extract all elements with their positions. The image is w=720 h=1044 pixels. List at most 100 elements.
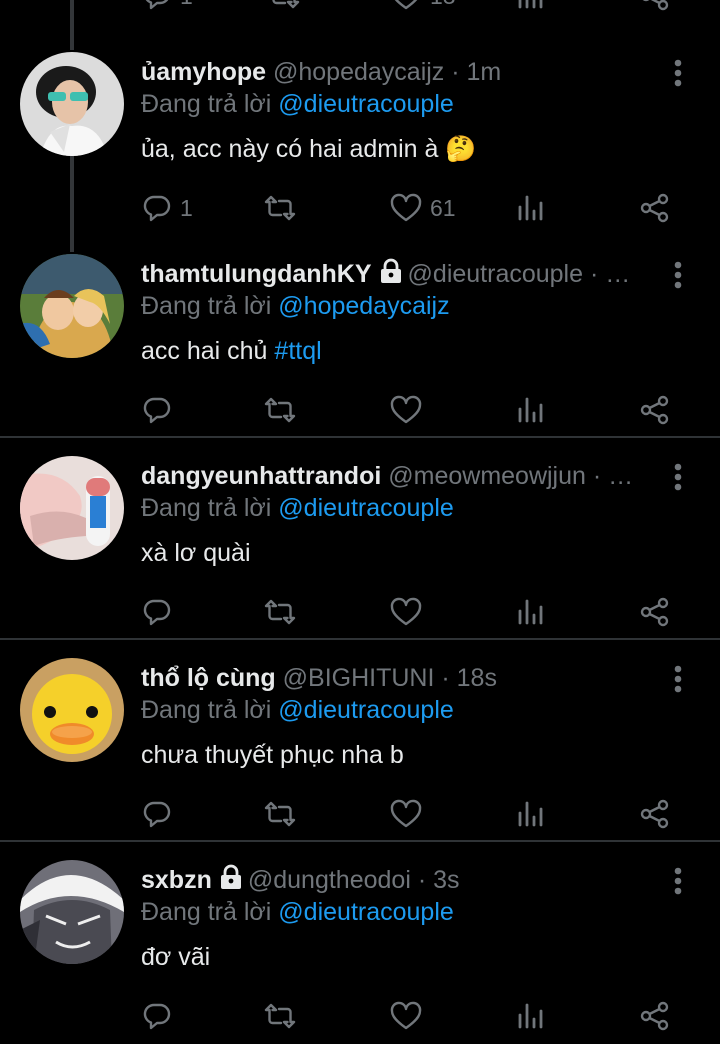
tweet-text-content: chưa thuyết phục nha b [141, 741, 404, 769]
like-button[interactable] [390, 592, 422, 632]
more-options-button[interactable] [668, 462, 688, 492]
reply-count: 1 [180, 0, 193, 10]
retweet-button[interactable] [264, 592, 296, 632]
handle[interactable]: @dieutracouple [408, 260, 584, 288]
retweet-button[interactable] [264, 996, 296, 1036]
tweet-header: thamtulungdanhKY @dieutracouple · … [141, 258, 653, 292]
replying-mention[interactable]: @dieutracouple [278, 898, 454, 926]
replying-label: Đang trả lời [141, 292, 272, 320]
more-options-button[interactable] [668, 260, 688, 290]
avatar[interactable] [20, 456, 124, 560]
replying-mention[interactable]: @hopedaycaijz [278, 292, 449, 320]
reply-icon [143, 1003, 171, 1030]
replying-to: Đang trả lời @dieutracouple [141, 492, 454, 524]
display-name[interactable]: thamtulungdanhKY [141, 260, 372, 288]
share-button[interactable] [639, 0, 671, 16]
retweet-button[interactable] [264, 794, 296, 834]
display-name[interactable]: thổ lộ cùng [141, 664, 276, 692]
share-button[interactable] [639, 996, 671, 1036]
like-icon [390, 1001, 422, 1030]
separator-dot: · [583, 260, 606, 288]
timestamp[interactable]: 1m [467, 58, 502, 86]
tweet-actions [0, 592, 720, 632]
tweet-3[interactable]: dangyeunhattrandoi @meowmeowjjun · … Đan… [0, 456, 720, 636]
avatar[interactable] [20, 52, 124, 156]
analytics-button[interactable] [517, 794, 545, 834]
reply-button[interactable]: 1 [142, 188, 193, 228]
hashtag-link[interactable]: #ttql [274, 337, 321, 365]
analytics-icon [518, 1003, 543, 1029]
replying-mention[interactable]: @dieutracouple [278, 90, 454, 118]
share-icon [640, 1001, 669, 1031]
avatar[interactable] [20, 254, 124, 358]
tweet-text-content: ủa, acc này có hai admin à [141, 135, 439, 163]
avatar-image [20, 52, 124, 156]
tweet-header: thổ lộ cùng @BIGHITUNI · 18s [141, 662, 653, 694]
retweet-button[interactable] [264, 188, 296, 228]
avatar[interactable] [20, 658, 124, 762]
timestamp[interactable]: … [608, 462, 633, 490]
retweet-button[interactable] [264, 390, 296, 430]
retweet-button[interactable] [268, 0, 300, 16]
analytics-icon [518, 397, 543, 423]
analytics-button[interactable] [517, 0, 545, 16]
handle[interactable]: @BIGHITUNI [283, 664, 435, 692]
share-icon [640, 395, 669, 425]
tweet-1[interactable]: ủamyhope @hopedaycaijz · 1m Đang trả lời… [0, 52, 720, 232]
tweet-5[interactable]: sxbzn @dungtheodoi · 3s Đang trả lời @die… [0, 860, 720, 1040]
timestamp[interactable]: 18s [457, 664, 497, 692]
analytics-button[interactable] [517, 188, 545, 228]
analytics-icon [518, 801, 543, 827]
display-name[interactable]: dangyeunhattrandoi [141, 462, 381, 490]
more-icon [674, 261, 682, 289]
separator-dot: · [585, 462, 609, 490]
partial-tweet-actions: 1 13 [0, 0, 720, 16]
divider [0, 638, 720, 640]
replying-mention[interactable]: @dieutracouple [278, 494, 454, 522]
share-icon [640, 597, 669, 627]
share-button[interactable] [639, 390, 671, 430]
retweet-icon [264, 801, 296, 827]
tweet-text: đơ vãi [141, 940, 210, 974]
like-button[interactable] [390, 996, 422, 1036]
reply-button[interactable] [142, 592, 172, 632]
handle[interactable]: @dungtheodoi [248, 866, 411, 894]
retweet-icon [264, 1003, 296, 1029]
more-options-button[interactable] [668, 866, 688, 896]
replying-mention[interactable]: @dieutracouple [278, 696, 454, 724]
more-options-button[interactable] [668, 58, 688, 88]
display-name[interactable]: sxbzn [141, 866, 212, 894]
timestamp[interactable]: … [605, 260, 630, 288]
analytics-button[interactable] [517, 996, 545, 1036]
like-button[interactable] [390, 390, 422, 430]
like-icon [390, 799, 422, 828]
reply-button[interactable] [142, 996, 172, 1036]
like-button[interactable]: 13 [390, 0, 456, 16]
reply-button[interactable] [142, 390, 172, 430]
tweet-4[interactable]: thổ lộ cùng @BIGHITUNI · 18s Đang trả lờ… [0, 658, 720, 838]
reply-button[interactable]: 1 [142, 0, 193, 16]
handle[interactable]: @hopedaycaijz [273, 58, 444, 86]
share-button[interactable] [639, 794, 671, 834]
replying-to: Đang trả lời @dieutracouple [141, 694, 454, 726]
reply-icon [143, 195, 171, 222]
analytics-button[interactable] [517, 390, 545, 430]
replying-label: Đang trả lời [141, 90, 272, 118]
more-icon [674, 463, 682, 491]
like-button[interactable] [390, 794, 422, 834]
tweet-2[interactable]: thamtulungdanhKY @dieutracouple · … Đang … [0, 254, 720, 434]
share-button[interactable] [639, 592, 671, 632]
more-options-button[interactable] [668, 664, 688, 694]
divider [0, 840, 720, 842]
display-name[interactable]: ủamyhope [141, 58, 266, 86]
analytics-button[interactable] [517, 592, 545, 632]
handle[interactable]: @meowmeowjjun [388, 462, 586, 490]
reply-button[interactable] [142, 794, 172, 834]
share-button[interactable] [639, 188, 671, 228]
reply-icon [143, 801, 171, 828]
like-button[interactable]: 61 [390, 188, 456, 228]
avatar[interactable] [20, 860, 124, 964]
analytics-icon [518, 599, 543, 625]
timestamp[interactable]: 3s [433, 866, 459, 894]
tweet-text: ủa, acc này có hai admin à 🤔 [141, 132, 477, 166]
